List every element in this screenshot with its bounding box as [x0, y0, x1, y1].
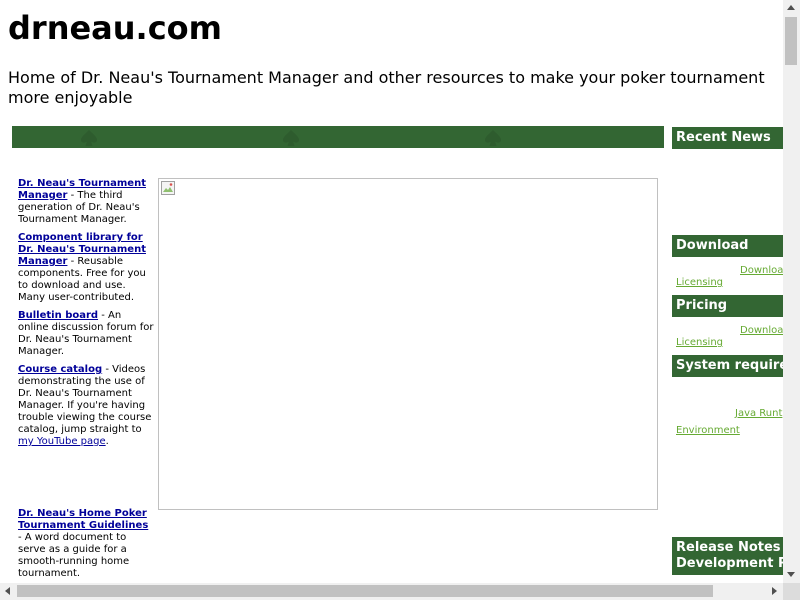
spade-icon [81, 130, 97, 146]
page-viewport: drneau.com Home of Dr. Neau's Tournament… [0, 0, 783, 583]
download-licensing-link[interactable]: Licensing [676, 277, 723, 289]
recent-news-heading: Recent News [672, 127, 783, 149]
spade-icon [485, 130, 501, 146]
scroll-down-arrow-icon[interactable] [787, 572, 795, 577]
release-notes-label: Release Notes [676, 540, 781, 555]
main-image-placeholder [158, 178, 658, 510]
spade-icon [283, 130, 299, 146]
development-label: Development P [676, 556, 783, 571]
horizontal-scrollbar[interactable] [0, 583, 783, 600]
scroll-up-arrow-icon[interactable] [787, 5, 795, 10]
pricing-download-link[interactable]: Downloa [740, 325, 783, 337]
top-banner [12, 126, 664, 148]
home-guidelines-description: - A word document to serve as a guide fo… [18, 532, 130, 579]
java-environment-link[interactable]: Environment [676, 425, 740, 437]
youtube-page-link[interactable]: my YouTube page [18, 436, 106, 447]
nav-entry-home-guidelines: Dr. Neau's Home Poker Tournament Guideli… [18, 508, 154, 580]
left-nav: Dr. Neau's Tournament Manager - The thir… [18, 178, 154, 454]
scroll-right-arrow-icon[interactable] [772, 587, 777, 595]
download-link[interactable]: Downloa [740, 265, 783, 277]
release-notes-heading: Release Notes Development P [672, 537, 783, 575]
broken-image-icon [161, 181, 175, 195]
pricing-heading: Pricing [672, 295, 783, 317]
scrollbar-corner [783, 583, 800, 600]
nav-entry-tournament-manager: Dr. Neau's Tournament Manager - The thir… [18, 178, 154, 226]
vertical-scroll-thumb[interactable] [785, 17, 797, 65]
site-title: drneau.com [8, 9, 222, 47]
nav-entry-course-catalog: Course catalog - Videos demonstrating th… [18, 364, 154, 448]
system-requirements-heading: System require [672, 355, 783, 377]
download-heading: Download [672, 235, 783, 257]
bulletin-board-link[interactable]: Bulletin board [18, 310, 98, 321]
scroll-left-arrow-icon[interactable] [5, 587, 10, 595]
horizontal-scroll-thumb[interactable] [17, 585, 713, 597]
nav-entry-component-library: Component library for Dr. Neau's Tournam… [18, 232, 154, 304]
pricing-licensing-link[interactable]: Licensing [676, 337, 723, 349]
vertical-scrollbar[interactable] [783, 0, 800, 583]
tagline: Home of Dr. Neau's Tournament Manager an… [8, 68, 765, 107]
java-runtime-link[interactable]: Java Runt [735, 408, 782, 420]
home-guidelines-link[interactable]: Dr. Neau's Home Poker Tournament Guideli… [18, 508, 148, 531]
course-catalog-suffix: . [105, 436, 109, 447]
nav-entry-bulletin-board: Bulletin board - An online discussion fo… [18, 310, 154, 358]
course-catalog-link[interactable]: Course catalog [18, 364, 102, 375]
